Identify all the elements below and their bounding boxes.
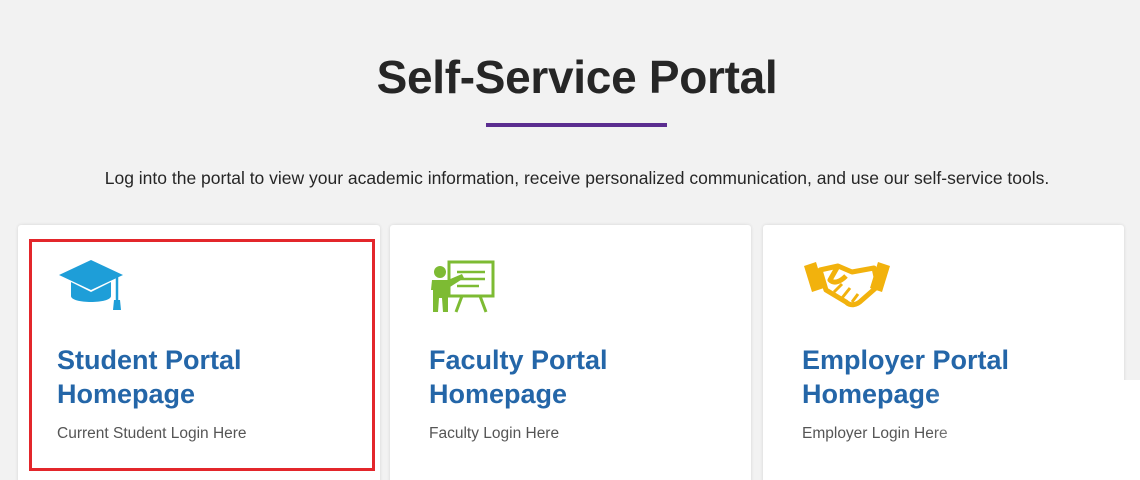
card-title-line2: Homepage bbox=[802, 379, 941, 409]
graduation-cap-icon bbox=[57, 258, 127, 319]
employer-portal-title[interactable]: Employer Portal Homepage bbox=[802, 343, 1102, 411]
card-title-line1: Faculty Portal bbox=[429, 345, 608, 375]
handshake-icon bbox=[802, 258, 892, 317]
intro-text: Log into the portal to view your academi… bbox=[104, 168, 1050, 188]
card-title-line1: Student Portal bbox=[57, 345, 242, 375]
student-portal-card[interactable]: Student Portal Homepage Current Student … bbox=[18, 225, 380, 480]
employer-login-subtitle: Employer Login Here bbox=[802, 425, 948, 442]
student-login-subtitle: Current Student Login Here bbox=[57, 425, 247, 442]
employer-portal-card[interactable]: Employer Portal Homepage Employer Login … bbox=[763, 225, 1124, 480]
card-title-line1: Employer Portal bbox=[802, 345, 1010, 375]
faculty-portal-card[interactable]: Faculty Portal Homepage Faculty Login He… bbox=[390, 225, 751, 480]
title-underline bbox=[486, 123, 667, 127]
card-title-line2: Homepage bbox=[429, 379, 568, 409]
teacher-presentation-icon bbox=[429, 258, 499, 321]
card-title-line2: Homepage bbox=[57, 379, 196, 409]
page-title: Self-Service Portal bbox=[376, 51, 778, 103]
self-service-portal-page: Self-Service Portal Log into the portal … bbox=[0, 0, 1140, 480]
student-portal-title[interactable]: Student Portal Homepage bbox=[57, 343, 357, 411]
faculty-login-subtitle: Faculty Login Here bbox=[429, 425, 560, 442]
faculty-portal-title[interactable]: Faculty Portal Homepage bbox=[429, 343, 729, 411]
